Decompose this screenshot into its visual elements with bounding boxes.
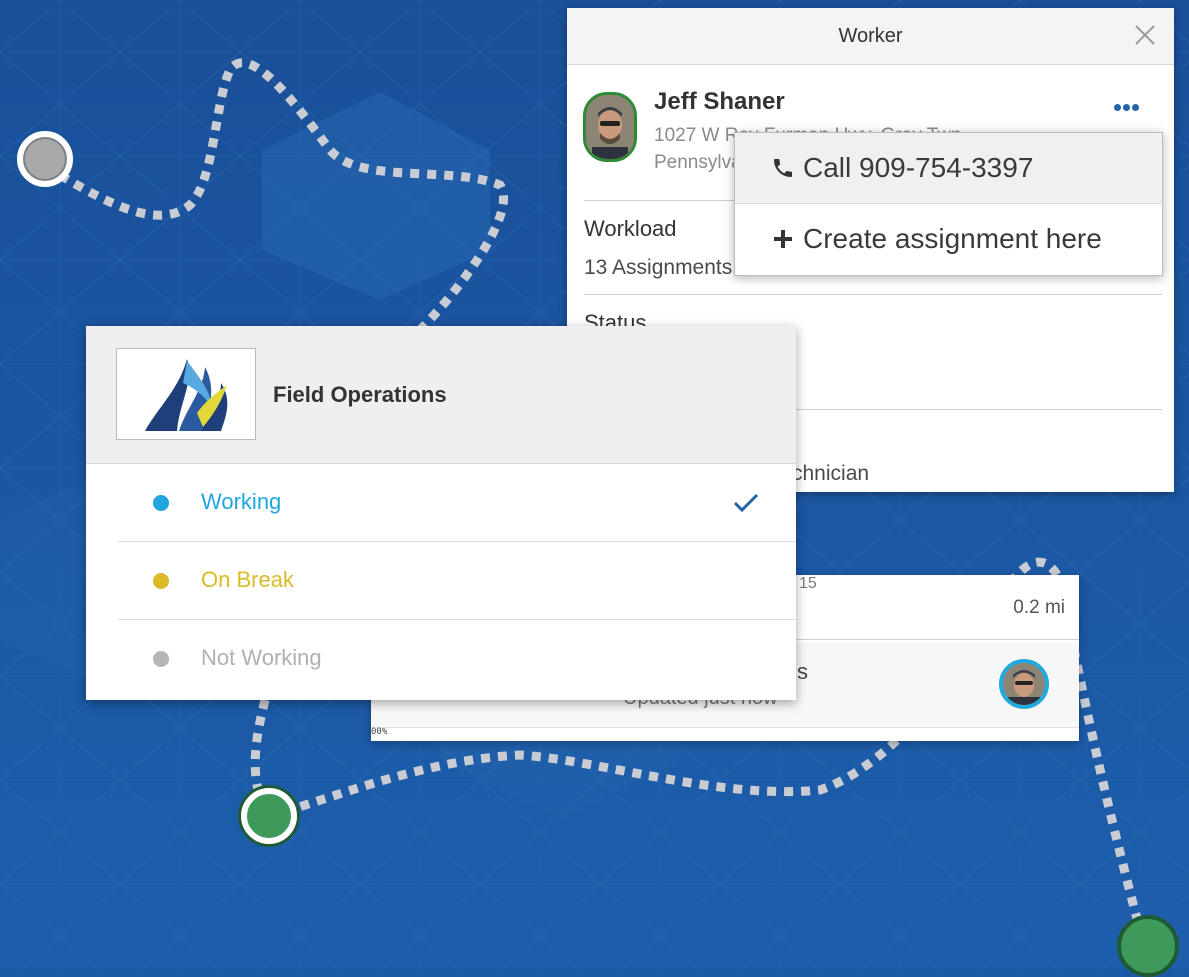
more-dots-icon[interactable] [1114,96,1144,111]
route-current-marker[interactable] [241,788,297,844]
divider [584,294,1162,295]
status-dot-on-break [153,573,169,589]
route-end-marker[interactable] [1117,915,1179,977]
checkmark-icon [733,493,759,513]
worker-panel-title: Worker [838,24,903,47]
assignment-row-text: 15 [799,575,817,592]
close-icon[interactable] [1132,22,1158,48]
status-label-not-working: Not Working [201,645,322,670]
status-option-on-break[interactable]: On Break [86,542,796,620]
workload-value: 13 Assignments [584,256,733,279]
status-dot-not-working [153,651,169,667]
status-panel-header: Field Operations [86,326,796,464]
workload-label: Workload [584,216,677,241]
create-assignment-label: Create assignment here [803,223,1102,254]
status-option-working[interactable]: Working [86,464,796,542]
worker-status-text: s [797,659,808,684]
status-option-not-working[interactable]: Not Working [86,620,796,698]
plus-icon [774,230,792,248]
status-dot-working [153,495,169,511]
worker-avatar [583,92,637,162]
app-name: Field Operations [273,382,447,407]
route-start-marker[interactable] [17,131,73,187]
zoom-select[interactable]: 00% [371,727,387,737]
call-worker-menu-item[interactable]: Call 909-754-3397 [735,133,1162,204]
worker-title-value: chnician [792,462,870,485]
field-operations-logo [116,348,256,440]
worker-name: Jeff Shaner [654,88,785,115]
status-panel: Field Operations Working On Break Not Wo… [86,326,796,700]
create-assignment-menu-item[interactable]: Create assignment here [735,204,1162,274]
worker-avatar-small [999,659,1049,709]
status-label-working: Working [201,489,282,514]
worker-action-menu: Call 909-754-3397 Create assignment here [734,132,1163,276]
status-label-on-break: On Break [201,567,294,592]
phone-icon [774,159,792,177]
call-worker-label: Call 909-754-3397 [803,152,1034,183]
worker-panel-header: Worker [567,8,1174,65]
assignment-distance: 0.2 mi [1013,597,1065,618]
